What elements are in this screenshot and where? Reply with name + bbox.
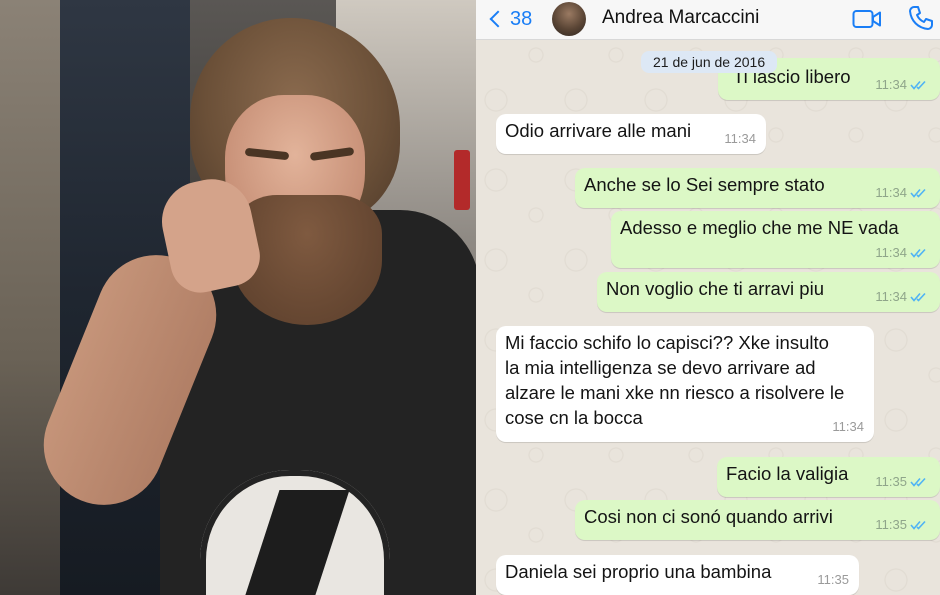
message-text: Adesso e meglio che me NE vada [620, 217, 899, 238]
double-check-icon [910, 188, 926, 198]
date-separator: 21 de jun de 2016 [641, 51, 778, 73]
message-bubble-outgoing[interactable]: Anche se lo Sei sempre stato 11:34 [575, 168, 940, 208]
message-bubble-incoming[interactable]: Mi faccio schifo lo capisci?? Xke insult… [496, 326, 874, 442]
message-time: 11:35 [817, 572, 849, 587]
message-bubble-outgoing[interactable]: Adesso e meglio che me NE vada 11:34 [611, 211, 940, 268]
message-time: 11:34 [724, 131, 756, 146]
message-time: 11:34 [875, 289, 907, 304]
message-meta: 11:34 [875, 284, 930, 309]
message-bubble-outgoing[interactable]: Facio la valigia 11:35 [717, 457, 940, 497]
contact-name[interactable]: Andrea Marcaccini [602, 7, 759, 29]
message-time: 11:34 [875, 185, 907, 200]
message-time: 11:34 [875, 77, 907, 92]
message-bubble-incoming[interactable]: Odio arrivare alle mani 11:34 [496, 114, 766, 154]
message-time: 11:34 [875, 245, 907, 260]
message-meta: 11:35 [817, 567, 849, 592]
message-meta: 11:35 [875, 469, 930, 494]
back-button[interactable]: 38 [488, 5, 532, 33]
double-check-icon [910, 248, 926, 258]
double-check-icon [910, 292, 926, 302]
profile-photo [0, 0, 476, 595]
message-meta: 11:34 [875, 180, 930, 205]
double-check-icon [910, 80, 926, 90]
unread-count: 38 [510, 7, 533, 30]
message-text: Daniela sei proprio una bambina [505, 561, 772, 582]
message-time: 11:35 [875, 474, 907, 489]
message-bubble-incoming[interactable]: Daniela sei proprio una bambina 11:35 [496, 555, 859, 595]
chat-header: 38 Andrea Marcaccini [476, 0, 940, 40]
double-check-icon [910, 520, 926, 530]
message-text-line: la mia intelligenza se devo arrivare ad [505, 357, 816, 378]
photo-traffic-light [454, 150, 470, 210]
message-time: 11:35 [875, 517, 907, 532]
message-bubble-outgoing[interactable]: Non voglio che ti arravi piu 11:34 [597, 272, 940, 312]
message-text: Odio arrivare alle mani [505, 120, 692, 141]
message-meta: 11:34 [832, 414, 864, 439]
message-meta: 11:34 [724, 126, 756, 151]
avatar[interactable] [552, 2, 586, 36]
message-time: 11:34 [832, 419, 864, 434]
message-text-line: alzare le mani xke nn riesco a risolvere… [505, 382, 845, 403]
phone-call-icon[interactable] [908, 5, 934, 31]
double-check-icon [910, 477, 926, 487]
video-call-icon[interactable] [852, 9, 882, 29]
message-text-line: Mi faccio schifo lo capisci?? Xke insult… [505, 332, 829, 353]
message-bubble-outgoing[interactable]: Cosi non ci sonó quando arrivi 11:35 [575, 500, 940, 540]
message-meta: 11:34 [875, 72, 930, 97]
chat-screen: 38 Andrea Marcaccini Ti lascio libero 11:… [476, 0, 940, 595]
chevron-left-icon [489, 10, 507, 28]
message-text-line: cose cn la bocca [505, 407, 643, 428]
message-meta: 11:35 [875, 512, 930, 537]
message-meta: 11:34 [875, 240, 930, 265]
message-text: Mi faccio schifo lo capisci?? Xke insult… [505, 330, 864, 430]
